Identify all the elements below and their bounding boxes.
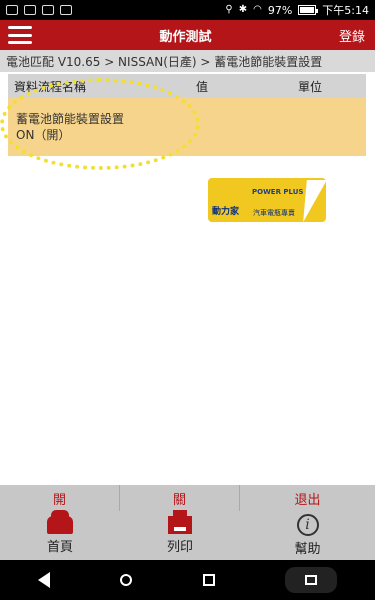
android-nav-bar [0, 560, 375, 600]
bottom-nav: 首頁 列印 i 幫助 [0, 510, 375, 560]
status-right: ⚲ ✱ ◠ 97% 下午5:14 [225, 2, 369, 18]
column-name: 資料流程名稱 [14, 79, 87, 94]
column-unit: 單位 [298, 79, 323, 94]
breadcrumb: 電池匹配 V10.65 > NISSAN(日產) > 蓄電池節能裝置設置 [0, 50, 375, 72]
notification-icon [24, 5, 36, 15]
table-header: 資料流程名稱 值 單位 [8, 74, 366, 98]
lightning-bolt-icon [293, 180, 326, 222]
brand-name-en: POWER PLUS [252, 188, 304, 196]
brand-logo: POWER PLUS 動力家 汽車電瓶專賣 [208, 178, 326, 222]
battery-percent: 97% [267, 3, 293, 17]
info-icon: i [296, 514, 319, 536]
printer-icon [168, 510, 192, 534]
brand-subtitle: 汽車電瓶專賣 [253, 209, 295, 217]
hamburger-icon[interactable] [8, 26, 32, 44]
time: 下午5:14 [322, 4, 369, 17]
row-value: ON（開） [16, 128, 71, 142]
back-icon[interactable] [38, 572, 50, 588]
menu-line [8, 41, 32, 44]
image-notification-icon [6, 5, 18, 15]
row-name: 蓄電池節能裝置設置 [16, 112, 125, 126]
home-circle-icon[interactable] [120, 574, 133, 586]
column-value: 值 [196, 79, 209, 94]
menu-line [8, 33, 32, 37]
brand-name-cn: 動力家 [212, 207, 240, 217]
location-icon: ⚲ [225, 4, 233, 15]
app-header: 動作測試 登錄 [0, 20, 375, 50]
help-label: 幫助 [294, 542, 321, 557]
status-bar: ⚲ ✱ ◠ 97% 下午5:14 [0, 0, 375, 20]
home-button[interactable]: 首頁 [0, 510, 120, 560]
battery-icon [298, 5, 319, 15]
home-label: 首頁 [46, 540, 73, 555]
bluetooth-icon: ✱ [238, 4, 248, 15]
car-icon [47, 510, 73, 534]
close-notification-icon [60, 5, 72, 15]
print-button[interactable]: 列印 [120, 510, 240, 560]
action-bar: 開 關 退出 [0, 485, 375, 511]
data-table: 資料流程名稱 值 單位 蓄電池節能裝置設置 ON（開） [8, 74, 366, 156]
page-title: 動作測試 [159, 29, 212, 45]
off-button[interactable]: 關 [120, 485, 240, 511]
recents-icon[interactable] [202, 574, 215, 586]
battery-fill [300, 7, 314, 13]
exit-button[interactable]: 退出 [240, 489, 375, 508]
login-button[interactable]: 登錄 [339, 26, 365, 45]
table-row[interactable]: 蓄電池節能裝置設置 ON（開） [8, 98, 366, 156]
status-left [6, 5, 72, 15]
gallery-icon[interactable] [284, 567, 337, 593]
wifi-icon: ◠ [253, 4, 262, 15]
gallery-frame [304, 575, 317, 585]
print-label: 列印 [166, 540, 193, 555]
on-button[interactable]: 開 [0, 485, 120, 511]
menu-line [8, 26, 32, 29]
settings-notification-icon [42, 5, 54, 15]
help-button[interactable]: i 幫助 [240, 511, 375, 560]
